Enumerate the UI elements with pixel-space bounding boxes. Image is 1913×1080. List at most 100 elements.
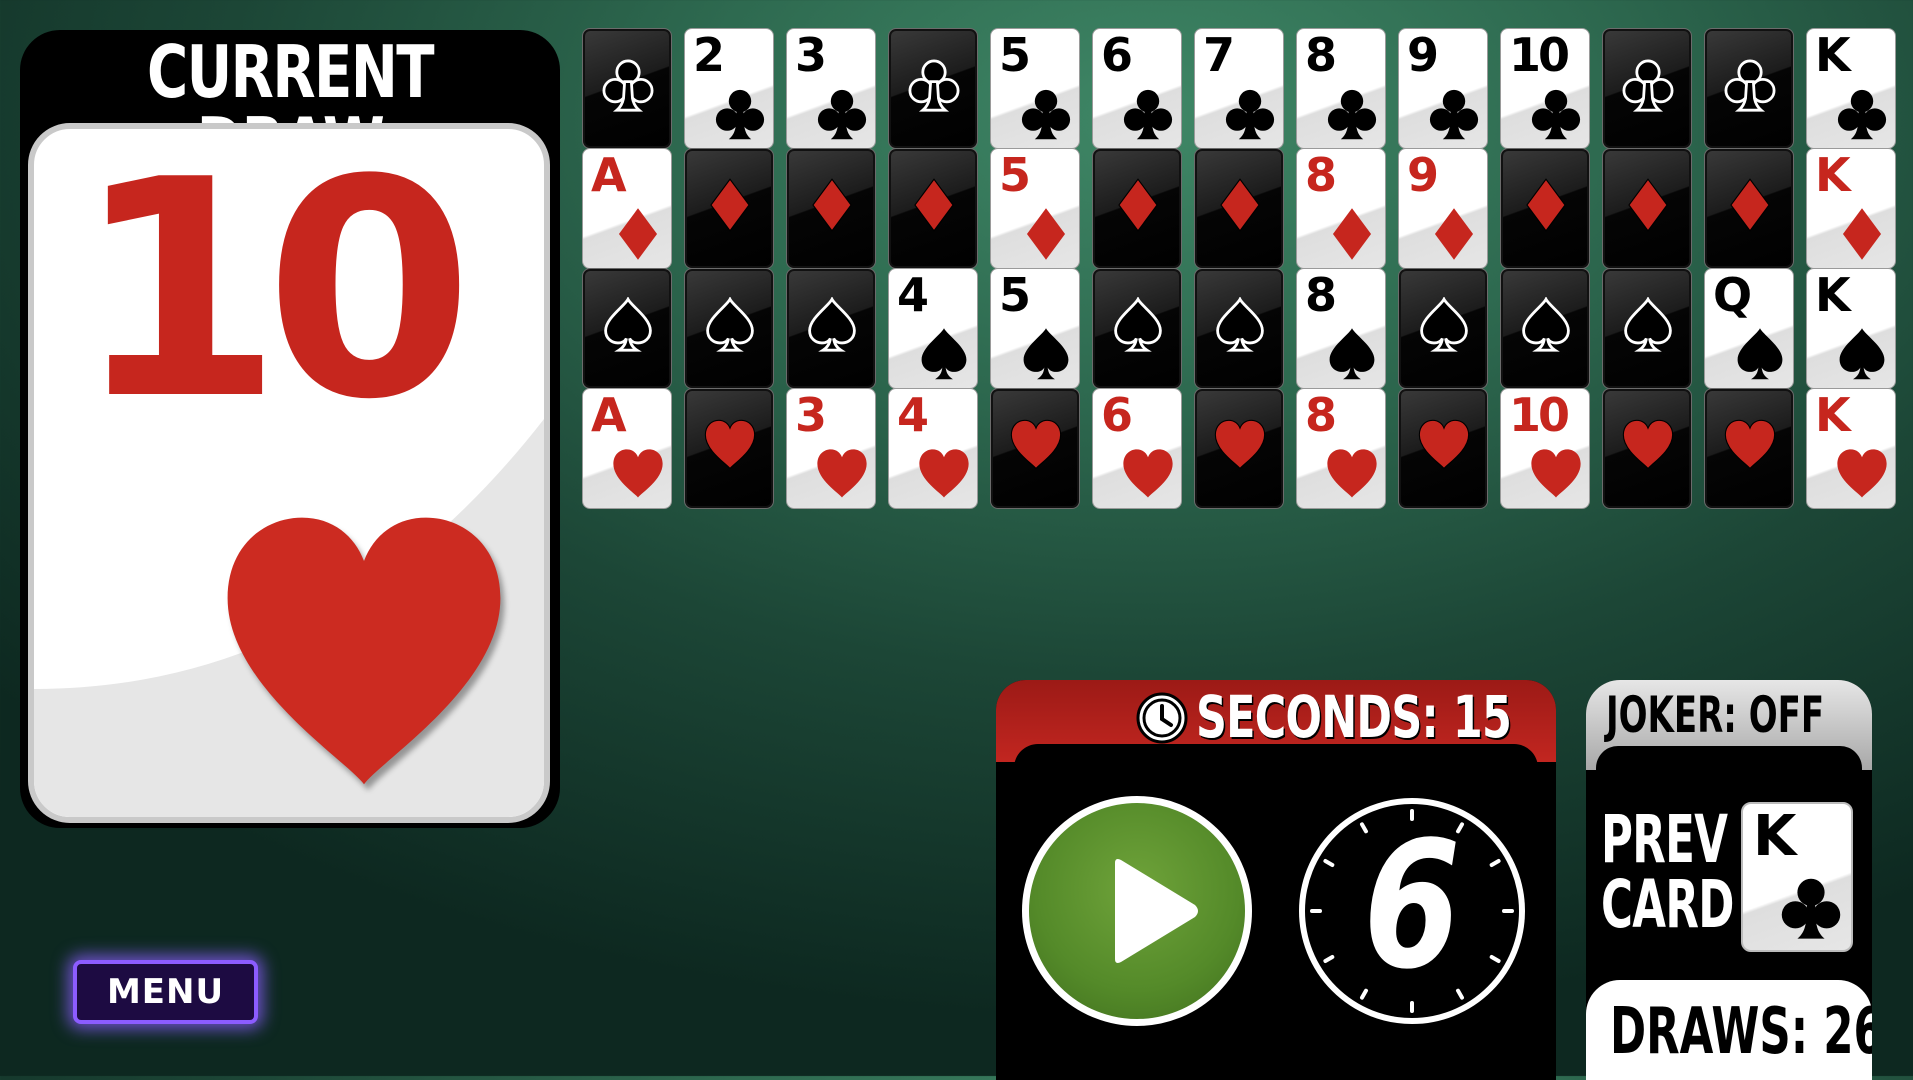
card-rank: Q	[1713, 268, 1752, 322]
card-back	[1194, 148, 1284, 269]
card-rank: 5	[999, 148, 1031, 202]
card-face: 5	[990, 148, 1080, 269]
countdown-dial: 6	[1296, 795, 1528, 1027]
card-back	[1602, 28, 1692, 149]
play-button[interactable]	[1022, 796, 1252, 1026]
heart-icon	[702, 417, 758, 473]
menu-button[interactable]: MENU	[73, 960, 258, 1024]
card-face: 5	[990, 268, 1080, 389]
draws-value: 26	[1823, 995, 1872, 1069]
seconds-label: SECONDS:	[1196, 683, 1439, 751]
club-icon	[1722, 57, 1778, 113]
draws-label: DRAWS:	[1610, 995, 1809, 1069]
prev-label-line2: CARD	[1601, 865, 1734, 943]
current-draw-rank: 10	[74, 123, 474, 465]
spade-icon	[1518, 297, 1574, 353]
card-face: 4	[888, 388, 978, 509]
card-back	[888, 148, 978, 269]
card-rank: K	[1815, 28, 1851, 82]
countdown-number: 6	[1363, 805, 1461, 1008]
card-rank: 2	[693, 28, 725, 82]
card-rank: K	[1815, 148, 1851, 202]
card-back	[786, 268, 876, 389]
draws-readout: DRAWS: 26	[1610, 1000, 1872, 1064]
club-icon	[712, 86, 768, 142]
card-rank: 10	[1509, 388, 1570, 442]
card-rank: 4	[897, 388, 929, 442]
card-back	[684, 148, 774, 269]
joker-status[interactable]: JOKER: OFF	[1606, 690, 1824, 740]
card-face: Q	[1704, 268, 1794, 389]
joker-header-tab	[1596, 746, 1862, 786]
clock-icon	[1136, 692, 1188, 744]
card-back	[888, 28, 978, 149]
timer-header: SECONDS: 15	[996, 680, 1556, 784]
spade-icon	[1732, 326, 1788, 382]
heart-icon	[1620, 417, 1676, 473]
card-face: 3	[786, 388, 876, 509]
card-face: 3	[786, 28, 876, 149]
card-back	[1602, 388, 1692, 509]
club-icon	[1018, 86, 1074, 142]
spade-icon	[1212, 297, 1268, 353]
card-back	[684, 268, 774, 389]
diamond-icon	[1620, 177, 1676, 233]
heart-icon	[1008, 417, 1064, 473]
card-face: 8	[1296, 388, 1386, 509]
card-face: 5	[990, 28, 1080, 149]
club-icon	[814, 86, 870, 142]
club-icon	[1528, 86, 1584, 142]
card-face: 2	[684, 28, 774, 149]
current-draw-card: 10	[28, 123, 550, 823]
joker-value: OFF	[1748, 686, 1825, 744]
diamond-icon	[1018, 206, 1074, 262]
card-face: 4	[888, 268, 978, 389]
card-rank: A	[591, 388, 627, 442]
diamond-icon	[1324, 206, 1380, 262]
card-rank: 3	[795, 28, 827, 82]
card-back	[1500, 148, 1590, 269]
card-back	[1398, 268, 1488, 389]
spade-icon	[1620, 297, 1676, 353]
card-back	[1602, 148, 1692, 269]
club-icon	[1834, 86, 1890, 142]
card-rank: 4	[897, 268, 929, 322]
heart-icon	[1212, 417, 1268, 473]
draws-box: DRAWS: 26	[1586, 980, 1872, 1080]
spade-icon	[1110, 297, 1166, 353]
card-rank: 5	[999, 268, 1031, 322]
info-panel: JOKER: OFF PREV CARD K DRAWS: 26	[1586, 680, 1872, 1080]
diamond-icon	[1834, 206, 1890, 262]
card-back	[1092, 268, 1182, 389]
card-rank: 9	[1407, 148, 1439, 202]
timer-panel: SECONDS: 15 6	[996, 680, 1556, 1080]
heart-icon	[209, 499, 519, 809]
diamond-icon	[1212, 177, 1268, 233]
spade-icon	[600, 297, 656, 353]
spade-icon	[1416, 297, 1472, 353]
diamond-icon	[702, 177, 758, 233]
prev-card-label: PREV CARD	[1601, 807, 1734, 943]
card-face: 9	[1398, 148, 1488, 269]
card-rank: 8	[1305, 268, 1337, 322]
card-back	[1704, 388, 1794, 509]
card-face: K	[1806, 388, 1896, 509]
card-rank: 10	[1509, 28, 1570, 82]
club-icon	[1120, 86, 1176, 142]
diamond-icon	[1722, 177, 1778, 233]
card-back	[684, 388, 774, 509]
diamond-icon	[1110, 177, 1166, 233]
spade-icon	[804, 297, 860, 353]
card-back	[1704, 148, 1794, 269]
club-icon	[1222, 86, 1278, 142]
card-face: 8	[1296, 148, 1386, 269]
card-face: 6	[1092, 28, 1182, 149]
heart-icon	[1528, 446, 1584, 502]
card-back	[1194, 388, 1284, 509]
card-back	[582, 28, 672, 149]
prev-card-rank: K	[1753, 804, 1797, 869]
card-rank: 6	[1101, 388, 1133, 442]
card-face: 9	[1398, 28, 1488, 149]
spade-icon	[1834, 326, 1890, 382]
diamond-icon	[804, 177, 860, 233]
